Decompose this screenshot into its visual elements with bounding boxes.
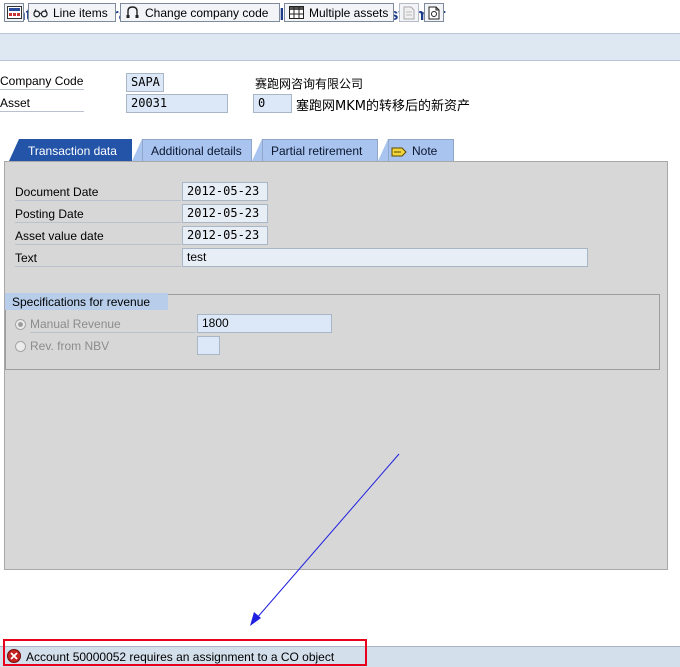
status-message[interactable]: Account 50000052 requires an assignment …	[26, 650, 334, 664]
annotation-arrow	[250, 453, 400, 626]
error-icon	[7, 649, 21, 663]
